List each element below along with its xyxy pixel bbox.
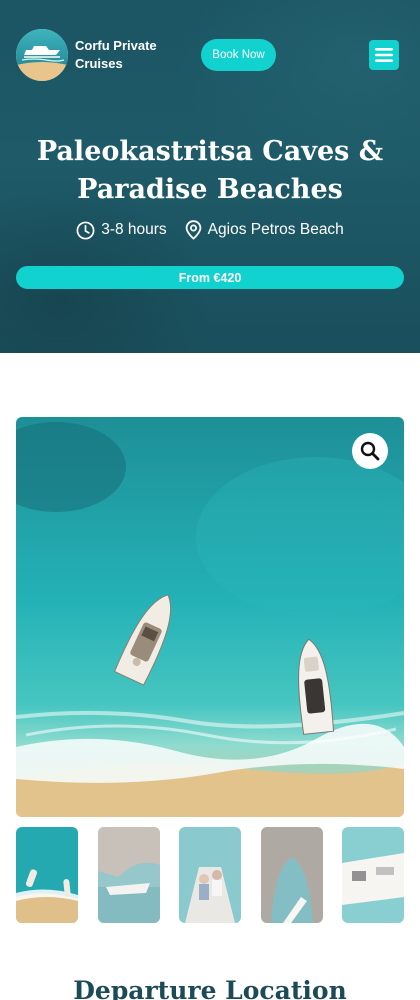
tour-meta: 3-8 hours Agios Petros Beach (0, 219, 420, 241)
boats-aerial-photo (16, 417, 404, 817)
duration-text: 3-8 hours (101, 221, 167, 238)
price-badge[interactable]: From €420 (16, 266, 404, 289)
brand-logo[interactable] (16, 29, 68, 81)
location-info: Agios Petros Beach (185, 220, 344, 240)
sea-cave-boat-thumbnail (261, 827, 323, 923)
zoom-button[interactable] (352, 433, 388, 469)
book-now-button[interactable]: Book Now (201, 39, 276, 71)
main-gallery-image[interactable] (16, 417, 404, 817)
gallery-thumbnail[interactable] (16, 827, 78, 923)
boat-deck-thumbnail (342, 827, 404, 923)
map-pin-icon (185, 220, 201, 240)
duration-info: 3-8 hours (76, 221, 167, 240)
gallery-thumbnail[interactable] (261, 827, 323, 923)
hero-section: Corfu Private Cruises Book Now Paleokast… (0, 0, 420, 353)
brand-name[interactable]: Corfu Private Cruises (75, 37, 185, 73)
boats-aerial-thumbnail (16, 827, 78, 923)
magnifier-icon (360, 441, 380, 461)
gallery-thumbnail[interactable] (342, 827, 404, 923)
yacht-logo-icon (16, 29, 68, 81)
location-text: Agios Petros Beach (207, 221, 344, 238)
tour-title: Paleokastritsa Caves & Paradise Beaches (36, 136, 384, 205)
boat-near-cliffs-thumbnail (98, 827, 160, 923)
gallery-thumbnail[interactable] (179, 827, 241, 923)
menu-button[interactable] (369, 40, 399, 70)
departure-location-heading: Departure Location (73, 976, 347, 1000)
passengers-on-boat-thumbnail (179, 827, 241, 923)
hamburger-menu-icon (375, 48, 393, 62)
clock-icon (76, 221, 95, 239)
gallery-thumbnail[interactable] (98, 827, 160, 923)
